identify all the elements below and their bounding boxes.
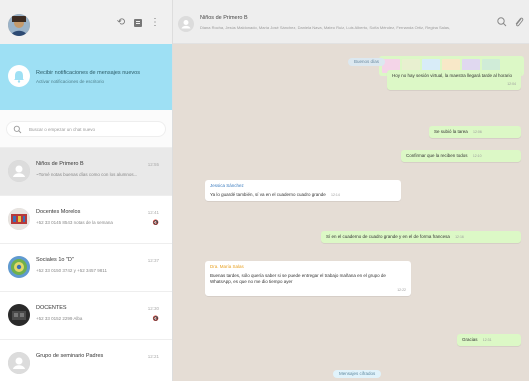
search-icon[interactable]: [496, 16, 508, 28]
chat-preview: +52 33 0152 2299 Alba: [36, 316, 83, 321]
chat-list: Niños de Primero B 12:55 ~Tomé notas bue…: [0, 148, 172, 381]
date-separator: Buenos días: [348, 58, 386, 66]
conversation-header[interactable]: Niños de Primero B Diana Rocha, Jesús Ma…: [173, 0, 529, 44]
chat-preview: +52 33 0145 8543 notas de la semana: [36, 220, 113, 225]
conversation-members: Diana Rocha, Jesús Maldonado, María José…: [200, 25, 450, 30]
message-text: Hoy no hay sesión virtual, la maestra ll…: [392, 73, 513, 78]
attach-icon[interactable]: [513, 16, 525, 28]
incoming-message[interactable]: Dra. María Salas Buenas tardes, sólo que…: [205, 261, 411, 296]
sidebar-header: ⟲ ⋮: [0, 0, 172, 44]
search-input[interactable]: [29, 124, 159, 135]
chat-name: DOCENTES: [36, 305, 67, 311]
message-sender: Jessica Sánchez: [210, 183, 244, 188]
status-icon[interactable]: ⟲: [116, 17, 126, 29]
message-text: Se subió la tarea: [434, 129, 468, 134]
group-avatar-icon[interactable]: [178, 16, 194, 32]
chat-avatar: [8, 304, 30, 326]
message-time: 12:14: [331, 193, 340, 197]
chat-time: 12:37: [147, 258, 159, 263]
sidebar: ⟲ ⋮ Recibir notificaciones de mensajes n…: [0, 0, 173, 381]
group-avatar-icon: [8, 352, 30, 374]
search-box[interactable]: [6, 121, 166, 137]
chat-name: Docentes Morelos: [36, 209, 81, 215]
chat-avatar: [8, 256, 30, 278]
enable-notifications-link[interactable]: Activar notificaciones de escritorio: [36, 79, 104, 84]
conversation-pane: Niños de Primero B Diana Rocha, Jesús Ma…: [173, 0, 529, 381]
chat-preview: ~Tomé notas buenas días como con los alu…: [36, 172, 138, 177]
menu-icon[interactable]: ⋮: [150, 17, 160, 29]
message-text: Gracias: [462, 337, 478, 342]
outgoing-message[interactable]: Hoy no hay sesión virtual, la maestra ll…: [387, 70, 521, 90]
chat-list-item[interactable]: Sociales 1o "D" 12:37 +52 33 0150 3742 y…: [0, 244, 172, 292]
message-text: Sí en el cuaderno de cuadro grande y en …: [326, 234, 450, 239]
chat-preview: +52 33 0150 3742 y +52 3457 9811: [36, 268, 107, 273]
chat-list-item[interactable]: DOCENTES 12:30 +52 33 0152 2299 Alba 🔇: [0, 292, 172, 340]
incoming-message[interactable]: Jessica Sánchez Ya lo guardé también, sí…: [205, 180, 401, 201]
message-time: 12:31: [482, 338, 492, 342]
bell-off-icon: [8, 65, 30, 87]
notification-title: Recibir notificaciones de mensajes nuevo…: [36, 70, 140, 76]
chat-time: 12:30: [147, 306, 159, 311]
message-text: Confirmar que la reciben todos: [406, 153, 468, 158]
outgoing-message[interactable]: Se subió la tarea 12:06: [429, 126, 521, 138]
chat-time: 12:21: [147, 354, 159, 359]
message-text: Buenas tardes, sólo quería saber si se p…: [210, 273, 386, 284]
outgoing-message[interactable]: Gracias 12:31: [457, 334, 521, 346]
notification-banner[interactable]: Recibir notificaciones de mensajes nuevo…: [0, 44, 172, 110]
message-area: Buenos días Hoy no hay sesión virtual, l…: [173, 44, 529, 381]
group-avatar-icon: [8, 160, 30, 182]
message-time: 12:22: [397, 288, 406, 292]
whatsapp-web-window: ⟲ ⋮ Recibir notificaciones de mensajes n…: [0, 0, 529, 381]
chat-name: Niños de Primero B: [36, 161, 84, 167]
message-text: Ya lo guardé también, sí va en el cuader…: [210, 192, 326, 197]
outgoing-message[interactable]: Confirmar que la reciben todos 12:10: [401, 150, 521, 162]
message-time: 12:04: [507, 82, 516, 86]
outgoing-message[interactable]: Sí en el cuaderno de cuadro grande y en …: [321, 231, 521, 243]
chat-list-item[interactable]: Niños de Primero B 12:55 ~Tomé notas bue…: [0, 148, 172, 196]
message-sender: Dra. María Salas: [210, 264, 244, 269]
chat-time: 12:41: [147, 210, 159, 215]
search-bar: [0, 110, 172, 148]
chat-name: Sociales 1o "D": [36, 257, 74, 263]
chat-list-item[interactable]: Grupo de seminario Padres 12:21: [0, 340, 172, 381]
search-icon: [13, 125, 22, 134]
encryption-notice: Mensajes cifrados: [333, 370, 382, 378]
message-time: 12:16: [455, 235, 464, 239]
conversation-title: Niños de Primero B: [200, 15, 248, 21]
muted-icon: 🔇: [152, 220, 159, 226]
new-chat-icon[interactable]: [133, 17, 143, 29]
chat-list-item[interactable]: Docentes Morelos 12:41 +52 33 0145 8543 …: [0, 196, 172, 244]
chat-time: 12:55: [147, 162, 159, 167]
profile-avatar[interactable]: [8, 14, 30, 36]
muted-icon: 🔇: [152, 316, 159, 322]
chat-name: Grupo de seminario Padres: [36, 353, 104, 359]
message-time: 12:10: [472, 154, 482, 158]
message-time: 12:06: [473, 130, 482, 134]
chat-avatar: [8, 208, 30, 230]
